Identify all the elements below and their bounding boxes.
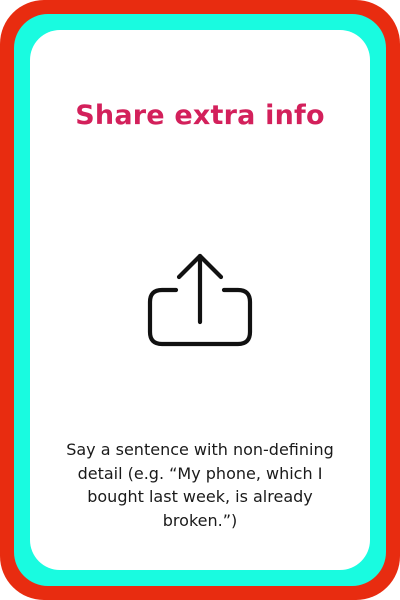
share-upload-icon: [30, 252, 370, 354]
card-description: Say a sentence with non-defining detail …: [66, 440, 334, 530]
card-title: Share extra info: [75, 100, 325, 131]
card-outer-border: Share extra info Say a sentence with non…: [0, 0, 400, 600]
card: Share extra info Say a sentence with non…: [30, 30, 370, 570]
card-inner-border: Share extra info Say a sentence with non…: [14, 14, 386, 586]
